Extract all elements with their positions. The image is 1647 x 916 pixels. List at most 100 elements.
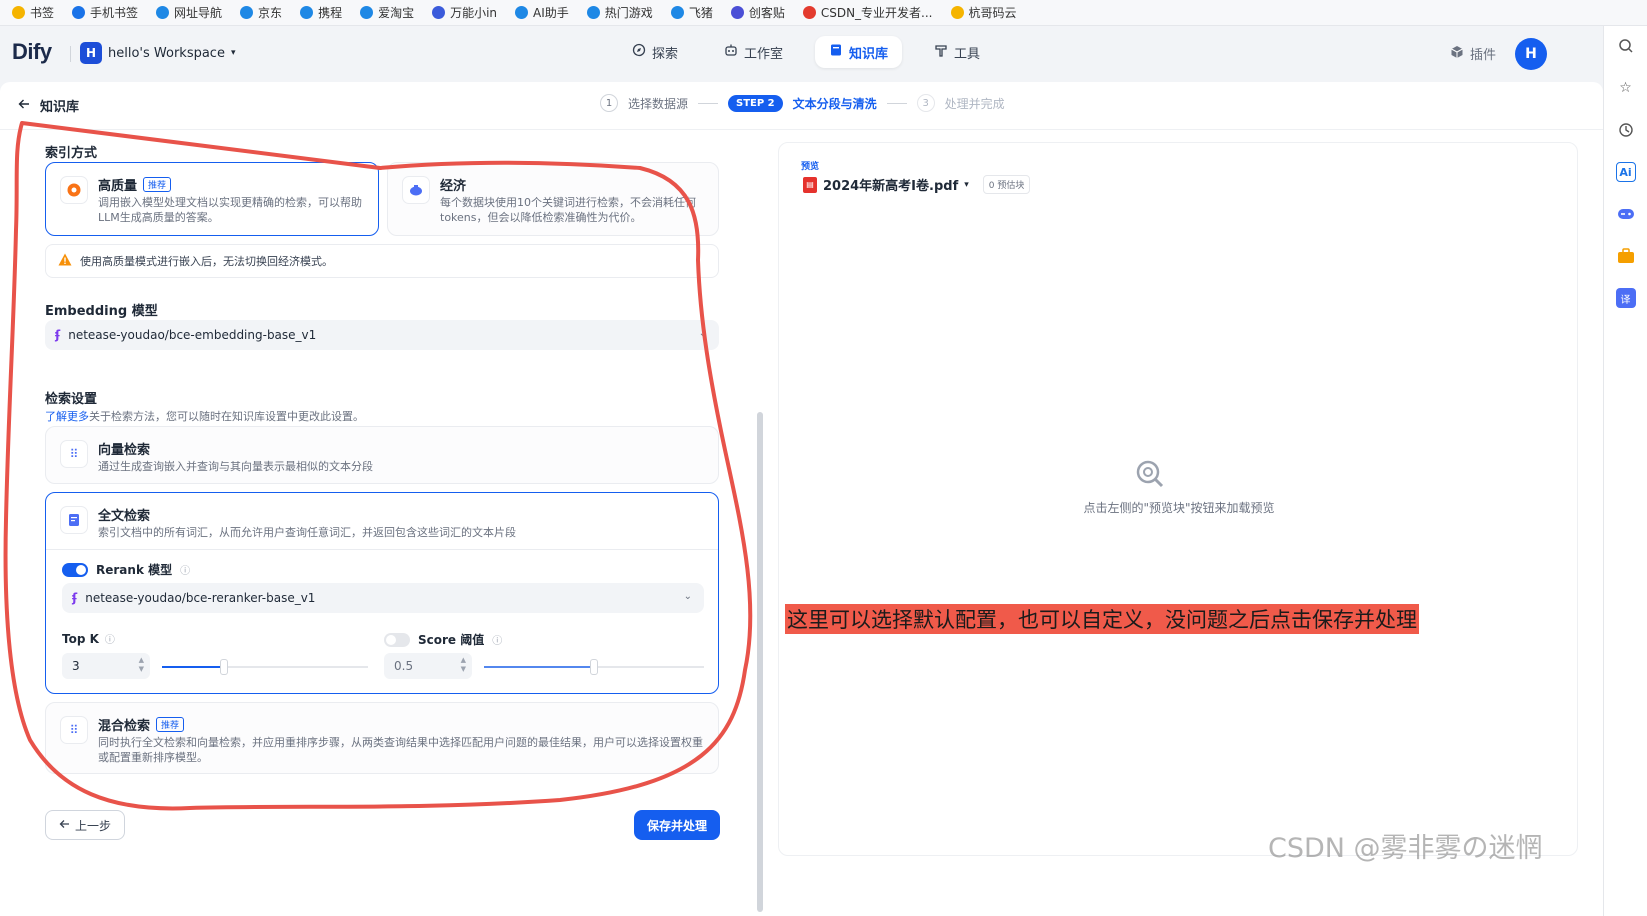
chevron-down-icon: ⌄ bbox=[683, 591, 692, 602]
rerank-toggle[interactable] bbox=[62, 562, 88, 577]
topk-slider[interactable] bbox=[162, 659, 368, 675]
learn-more-link[interactable]: 了解更多 bbox=[45, 410, 89, 423]
bookmark-item[interactable]: 创客贴 bbox=[730, 4, 785, 21]
translate-icon[interactable]: 译 bbox=[1615, 288, 1636, 308]
retrieval-help: 了解更多关于检索方法，您可以随时在知识库设置中更改此设置。 bbox=[45, 408, 364, 424]
bookmark-item[interactable]: CSDN_专业开发者... bbox=[802, 4, 933, 21]
bookmark-item[interactable]: AI助手 bbox=[515, 4, 569, 21]
save-and-process-button[interactable]: 保存并处理 bbox=[634, 810, 720, 840]
plugin-button[interactable]: 插件 bbox=[1450, 44, 1496, 63]
hybrid-search-card[interactable]: ⠿ 混合检索 推荐 同时执行全文检索和向量检索，并应用重排序步骤，从两类查询结果… bbox=[45, 702, 719, 774]
arrow-left-icon bbox=[59, 818, 70, 832]
config-scrollbar[interactable] bbox=[757, 412, 763, 912]
score-input[interactable]: 0.5 ▲ ▼ bbox=[384, 653, 472, 679]
back-label: 知识库 bbox=[40, 100, 80, 115]
document-search-icon bbox=[60, 506, 88, 534]
topk-input[interactable]: 3 ▲ ▼ bbox=[62, 653, 150, 679]
history-icon[interactable] bbox=[1616, 120, 1636, 140]
topk-slider-knob[interactable] bbox=[219, 659, 228, 675]
vector-search-card[interactable]: ⠿ 向量检索 通过生成查询嵌入并查询与其向量表示最相似的文本分段 bbox=[45, 426, 719, 484]
bookmark-icon bbox=[515, 6, 529, 19]
step-connector bbox=[698, 102, 719, 104]
nav-knowledge-label: 知识库 bbox=[849, 46, 889, 62]
bookmark-label: 网址导航 bbox=[174, 6, 223, 20]
step-3-number: 3 bbox=[916, 94, 935, 112]
vector-search-title: 向量检索 bbox=[98, 443, 151, 458]
prev-step-button[interactable]: 上一步 bbox=[45, 810, 125, 840]
app-header: Dify H hello's Workspace ▾ 探索 工作室 知识库 工具… bbox=[0, 26, 1603, 82]
nav-knowledge[interactable]: 知识库 bbox=[815, 36, 903, 68]
stepper-arrows-icon[interactable]: ▲ ▼ bbox=[139, 656, 144, 674]
score-value: 0.5 bbox=[394, 659, 414, 673]
preview-empty-text: 点击左侧的"预览块"按钮来加载预览 bbox=[1083, 501, 1275, 515]
fulltext-search-desc: 索引文档中的所有词汇，从而允许用户查询任意词汇，并返回包含这些词汇的文本片段 bbox=[98, 526, 516, 539]
chevron-down-icon: ⌄ bbox=[698, 328, 707, 339]
topk-value: 3 bbox=[72, 659, 80, 673]
star-icon[interactable]: ☆ bbox=[1616, 78, 1636, 98]
bookmark-item[interactable]: 杭哥码云 bbox=[950, 4, 1017, 21]
high-quality-desc-line2: LLM生成高质量的答案。 bbox=[98, 211, 219, 224]
workspace-avatar: H bbox=[80, 42, 102, 64]
index-warning: 使用高质量模式进行嵌入后，无法切换回经济模式。 bbox=[45, 244, 719, 278]
bookmark-item[interactable]: 携程 bbox=[300, 4, 342, 21]
cube-icon bbox=[1450, 45, 1464, 63]
chevron-down-icon: ▾ bbox=[230, 48, 236, 58]
bookmark-item[interactable]: 网址导航 bbox=[156, 4, 222, 21]
back-button[interactable]: 知识库 bbox=[18, 96, 79, 115]
embedding-model-select[interactable]: ʄ netease-youdao/bce-embedding-base_v1 ⌄ bbox=[45, 320, 719, 350]
score-slider-fill bbox=[484, 666, 594, 668]
score-slider[interactable] bbox=[484, 659, 704, 675]
high-quality-title-row: 高质量 推荐 bbox=[98, 175, 172, 194]
gamepad-icon[interactable] bbox=[1616, 204, 1636, 224]
score-toggle[interactable] bbox=[384, 632, 410, 647]
preview-label: 预览 bbox=[801, 162, 820, 172]
nav-explore[interactable]: 探索 bbox=[618, 36, 692, 68]
bookmark-item[interactable]: 爱淘宝 bbox=[360, 4, 414, 21]
index-high-quality-card[interactable]: 高质量 推荐 调用嵌入模型处理文档以实现更精确的检索，可以帮助 LLM生成高质量… bbox=[45, 162, 379, 236]
book-icon bbox=[829, 43, 843, 61]
ai-icon[interactable]: Ai bbox=[1615, 162, 1636, 182]
search-icon[interactable] bbox=[1616, 36, 1636, 56]
bookmark-item[interactable]: 热门游戏 bbox=[586, 4, 653, 21]
grid-icon: ⠿ bbox=[60, 440, 88, 468]
help-icon: ⓘ bbox=[180, 566, 191, 577]
economy-desc-line1: 每个数据块使用10个关键词进行检索，不会消耗任何 bbox=[440, 196, 696, 209]
high-quality-desc: 调用嵌入模型处理文档以实现更精确的检索，可以帮助 LLM生成高质量的答案。 bbox=[98, 195, 362, 225]
bookmark-label: 京东 bbox=[258, 6, 283, 20]
step-2-badge: STEP 2 bbox=[728, 94, 783, 112]
briefcase-icon[interactable] bbox=[1616, 246, 1636, 266]
bookmark-icon bbox=[950, 6, 964, 19]
stepper: 1 选择数据源 STEP 2 文本分段与清洗 3 处理并完成 bbox=[600, 94, 1005, 112]
bookmark-item[interactable]: 手机书签 bbox=[72, 4, 138, 21]
score-slider-knob[interactable] bbox=[590, 659, 598, 675]
economy-desc: 每个数据块使用10个关键词进行检索，不会消耗任何 tokens，但会以降低检索准… bbox=[440, 195, 696, 225]
vector-search-desc: 通过生成查询嵌入并查询与其向量表示最相似的文本分段 bbox=[98, 460, 373, 473]
bookmark-icon bbox=[586, 6, 600, 19]
bookmark-label: 书签 bbox=[30, 6, 55, 20]
bookmark-item[interactable]: 飞猪 bbox=[670, 4, 713, 21]
economy-desc-line2: tokens，但会以降低检索准确性为代价。 bbox=[440, 211, 642, 224]
bookmark-icon bbox=[72, 6, 86, 19]
stepper-arrows-icon[interactable]: ▲ ▼ bbox=[461, 656, 466, 674]
bookmark-label: 万能小in bbox=[450, 6, 498, 20]
user-avatar[interactable]: H bbox=[1515, 38, 1547, 70]
bookmark-item[interactable]: 京东 bbox=[240, 4, 282, 21]
workspace-switcher[interactable]: H hello's Workspace ▾ bbox=[80, 42, 235, 64]
rerank-model-select[interactable]: ʄ netease-youdao/bce-reranker-base_v1 ⌄ bbox=[62, 583, 704, 613]
preview-file-selector[interactable]: ▤ 2024年新高考I卷.pdf ▾ 0 预估块 bbox=[803, 175, 1031, 194]
index-economy-card[interactable]: 经济 每个数据块使用10个关键词进行检索，不会消耗任何 tokens，但会以降低… bbox=[387, 162, 719, 236]
bookmark-icon bbox=[300, 6, 314, 19]
robot-icon bbox=[724, 43, 738, 61]
hybrid-search-title-row: 混合检索 推荐 bbox=[98, 715, 185, 734]
main-nav: 探索 工作室 知识库 工具 bbox=[618, 36, 994, 68]
bookmark-item[interactable]: 书签 bbox=[12, 4, 54, 21]
bookmark-label: 创客贴 bbox=[748, 6, 785, 20]
nav-studio[interactable]: 工作室 bbox=[710, 36, 797, 68]
help-icon: ⓘ bbox=[492, 636, 503, 647]
dify-logo[interactable]: Dify bbox=[12, 39, 52, 65]
nav-explore-label: 探索 bbox=[652, 46, 679, 62]
nav-tools[interactable]: 工具 bbox=[920, 36, 994, 68]
fulltext-search-card[interactable]: 全文检索 索引文档中的所有词汇，从而允许用户查询任意词汇，并返回包含这些词汇的文… bbox=[45, 492, 719, 694]
bookmark-item[interactable]: 万能小in bbox=[432, 4, 497, 21]
preview-panel: 预览 ▤ 2024年新高考I卷.pdf ▾ 0 预估块 点击左侧的"预览块"按钮… bbox=[778, 142, 1578, 856]
